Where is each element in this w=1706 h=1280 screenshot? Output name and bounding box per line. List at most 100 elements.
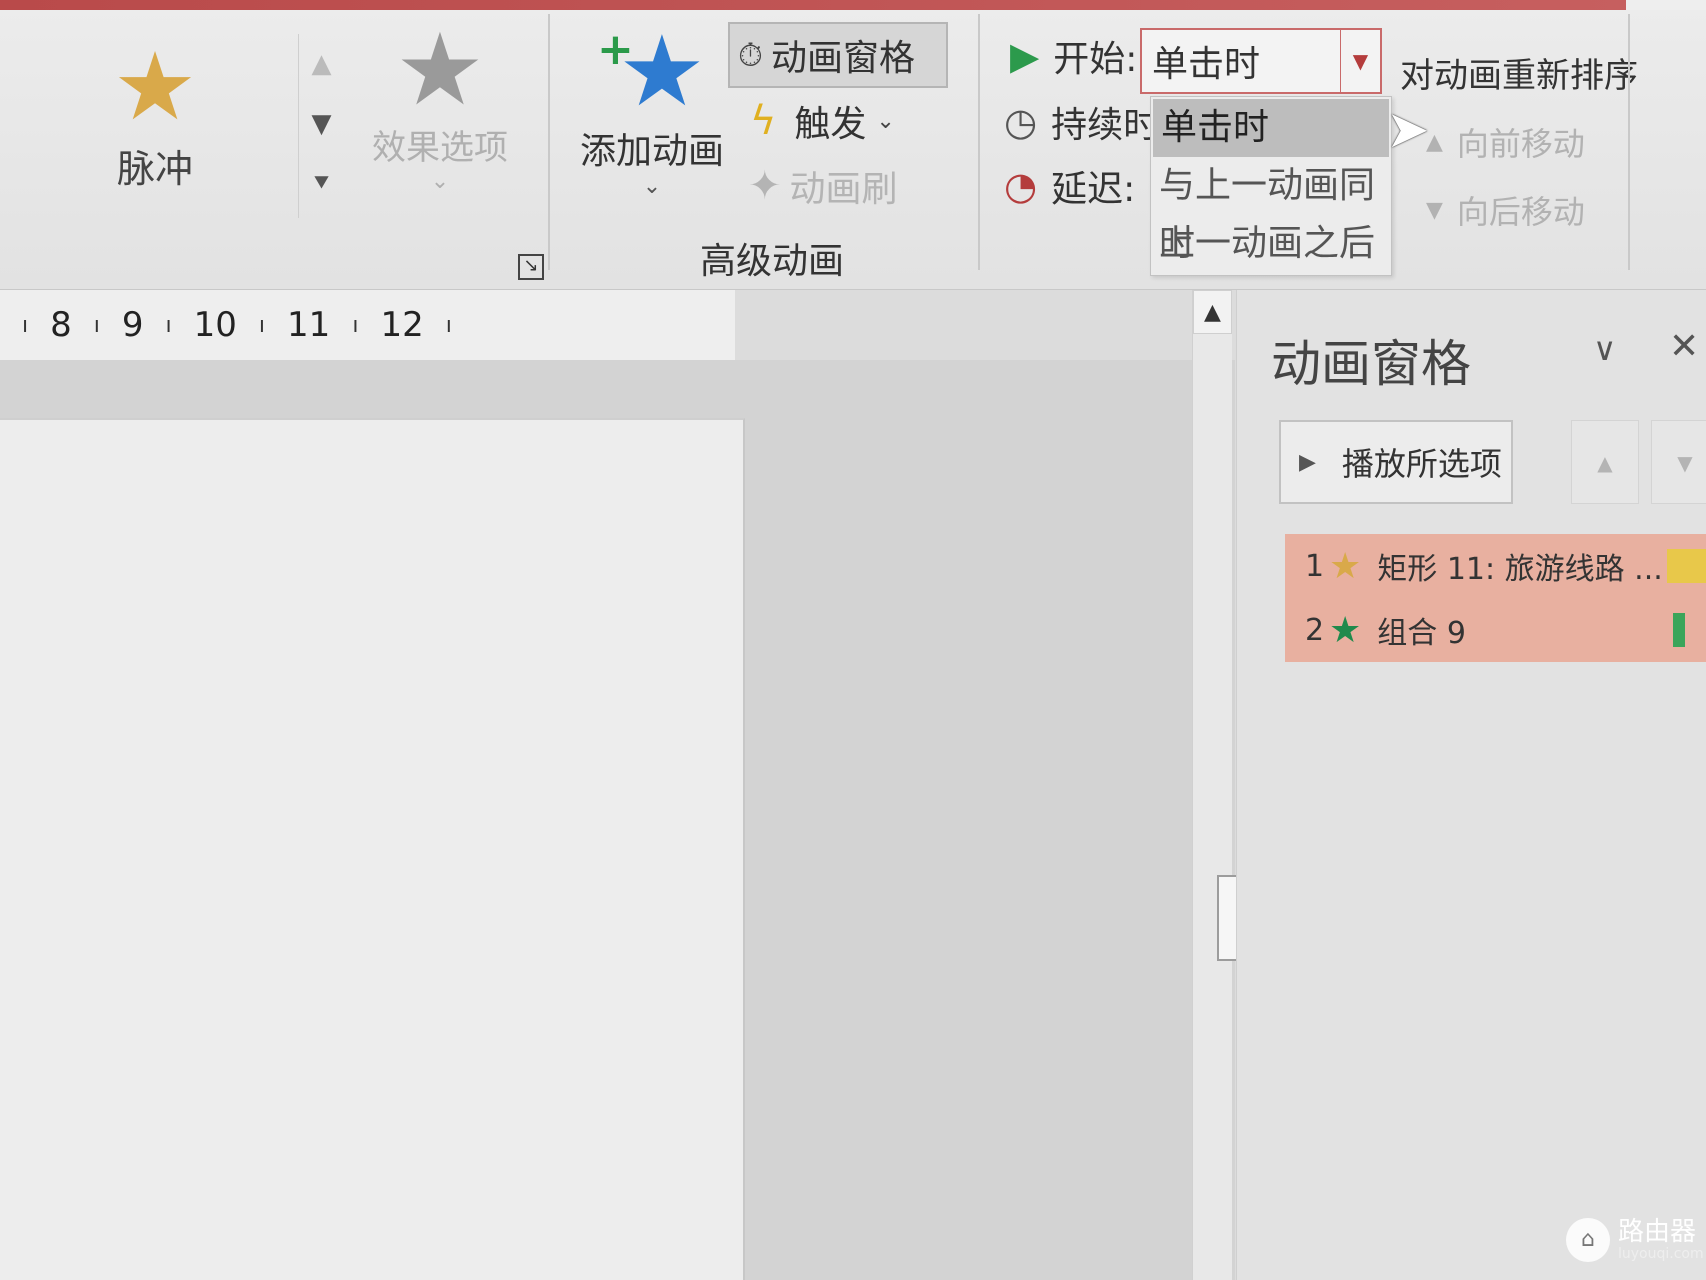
effect-gallery-item-pulse[interactable]: ★ 脉冲 [100, 38, 210, 198]
ruler-minor-tick: ı [93, 312, 100, 338]
trigger-label: 触发 [794, 104, 867, 145]
effect-gallery-item-label: 脉冲 [116, 147, 193, 191]
move-later-label: 向后移动 [1456, 193, 1585, 231]
advanced-animation-group-label: 高级动画 [700, 241, 845, 282]
start-row: ▶ 开始: [1010, 30, 1137, 82]
animation-pane-title: 动画窗格 [1271, 335, 1471, 393]
triangle-up-icon: ▲ [1426, 129, 1443, 155]
chevron-down-icon: ⌄ [876, 108, 895, 134]
star-gold-icon: ★ [112, 33, 198, 142]
delay-clock-icon: ◔ [1004, 164, 1038, 208]
chevron-down-icon: ⌄ [642, 174, 662, 199]
ruler-number: 11 [287, 305, 331, 345]
play-icon: ▶ [1299, 449, 1316, 475]
watermark: ⌂ 路由器 luyouqi.com [1566, 1218, 1704, 1262]
star-gray-icon: ★ [395, 11, 485, 128]
animation-label: 矩形 11: 旅游线路 ... [1377, 552, 1663, 587]
animation-painter-button[interactable]: ✦ 动画刷 [748, 160, 898, 212]
ribbon-separator [978, 14, 980, 270]
move-down-button[interactable]: ▼ [1651, 420, 1706, 504]
start-select[interactable]: 单击时 ▼ [1140, 28, 1382, 94]
watermark-text: 路由器 luyouqi.com [1618, 1218, 1704, 1262]
trigger-button[interactable]: ϟ 触发 ⌄ [750, 95, 895, 147]
ribbon-separator [1628, 14, 1630, 270]
play-icon: ▶ [1010, 34, 1040, 78]
start-label: 开始: [1053, 39, 1138, 80]
ruler-ticks: ı 8 ı 9 ı 10 ı 11 ı 12 ı [0, 290, 735, 360]
effect-options-label: 效果选项 [372, 128, 508, 168]
ruler-number: 9 [121, 305, 144, 345]
clock-icon: ◷ [1004, 100, 1038, 144]
effect-gallery: ★ 脉冲 ▲ ▼ ⯆ [0, 18, 345, 218]
animation-pane-icon: ⏱ [738, 35, 763, 74]
move-later-button[interactable]: ▼ 向后移动 [1426, 187, 1640, 233]
ribbon: ★ 脉冲 ▲ ▼ ⯆ ★ 效果选项 ⌄ ↘ + ★ 添加动画 ⌄ ⏱ 动画窗格 … [0, 0, 1706, 290]
ruler-minor-tick: ı [258, 312, 266, 338]
start-select-value: 单击时 [1152, 44, 1261, 85]
horizontal-ruler: ı 8 ı 9 ı 10 ı 11 ı 12 ı [0, 290, 735, 360]
vertical-scrollbar[interactable]: ▲ [1192, 290, 1253, 1280]
reorder-title: 对动画重新排序 [1400, 56, 1638, 96]
move-earlier-label: 向前移动 [1456, 125, 1585, 163]
star-blue-icon: ★ [618, 15, 706, 129]
duration-row: ◷ 持续时 [1004, 96, 1159, 148]
chevron-down-icon[interactable]: ▼ [1340, 30, 1380, 92]
move-up-button[interactable]: ▲ [1571, 420, 1639, 504]
ruler-minor-tick: ı [165, 312, 172, 338]
animation-list: 1 ★ 矩形 11: 旅游线路 ... 2 ★ 组合 9 [1285, 534, 1706, 662]
reorder-group: 对动画重新排序 ▲ 向前移动 ▼ 向后移动 [1400, 48, 1640, 278]
animation-number: 1 [1305, 548, 1325, 584]
ruler-number: 12 [380, 305, 424, 345]
scroll-up-button[interactable]: ▲ [1193, 290, 1232, 334]
chevron-down-icon[interactable]: ∨ [1593, 330, 1616, 368]
delay-row: ◔ 延迟: [1004, 160, 1135, 212]
ruler-minor-tick: ı [22, 312, 29, 338]
effect-options-button[interactable]: ★ 效果选项 ⌄ [350, 20, 530, 220]
ruler-minor-tick: ı [352, 312, 359, 338]
start-option-on-click[interactable]: 单击时 [1153, 99, 1389, 157]
animation-painter-label: 动画刷 [789, 169, 898, 210]
play-selected-button[interactable]: ▶ 播放所选项 [1279, 420, 1513, 504]
delay-label: 延迟: [1051, 169, 1136, 210]
timeline-bar [1673, 613, 1685, 647]
start-option-after-previous[interactable]: 上一动画之后 [1151, 215, 1391, 273]
title-bar-strip [0, 0, 1706, 10]
painter-icon: ✦ [748, 163, 782, 209]
start-dropdown-menu: 单击时 与上一动画同时 上一动画之后 [1150, 96, 1392, 276]
slide-canvas[interactable] [0, 418, 745, 1280]
star-gold-icon: ★ [1329, 545, 1362, 587]
gallery-scroll-down-button[interactable]: ▼ [299, 94, 344, 154]
timeline-bar [1667, 549, 1706, 583]
ruler-number: 10 [193, 305, 237, 345]
animation-pane-button[interactable]: ⏱ 动画窗格 [728, 22, 948, 88]
add-animation-button[interactable]: + ★ 添加动画 ⌄ [572, 22, 732, 212]
ribbon-separator [548, 14, 550, 270]
ruler-minor-tick: ı [445, 312, 452, 338]
animation-label: 组合 9 [1377, 616, 1466, 651]
close-icon[interactable]: ✕ [1669, 326, 1699, 367]
animation-list-item[interactable]: 2 ★ 组合 9 [1285, 598, 1706, 662]
slide-workspace [0, 360, 1235, 1280]
watermark-site: luyouqi.com [1618, 1246, 1704, 1262]
animation-list-item[interactable]: 1 ★ 矩形 11: 旅游线路 ... [1285, 534, 1706, 598]
router-logo-icon: ⌂ [1566, 1218, 1610, 1262]
chevron-down-icon: ⌄ [430, 169, 450, 194]
move-earlier-button[interactable]: ▲ 向前移动 [1426, 119, 1640, 165]
ruler-number: 8 [50, 305, 72, 345]
animation-pane: 动画窗格 ∨ ✕ ▶ 播放所选项 ▲ ▼ 1 ★ 矩形 11: 旅游线路 ...… [1236, 290, 1706, 1280]
dialog-launcher-icon[interactable]: ↘ [518, 254, 544, 280]
play-selected-label: 播放所选项 [1341, 445, 1502, 483]
animation-pane-label: 动画窗格 [770, 38, 915, 79]
animation-number: 2 [1305, 612, 1325, 648]
gallery-scroll-up-button[interactable]: ▲ [299, 34, 344, 94]
gallery-scroll: ▲ ▼ ⯆ [298, 34, 344, 218]
star-green-icon: ★ [1329, 609, 1362, 651]
watermark-name: 路由器 [1618, 1217, 1697, 1247]
gallery-more-button[interactable]: ⯆ [299, 154, 344, 214]
duration-label: 持续时 [1051, 105, 1160, 146]
add-animation-label: 添加动画 [579, 131, 724, 172]
lightning-icon: ϟ [750, 98, 777, 144]
start-option-with-previous[interactable]: 与上一动画同时 [1151, 157, 1391, 264]
add-animation-icon-group: + ★ [572, 22, 732, 122]
triangle-down-icon: ▼ [1426, 197, 1443, 223]
